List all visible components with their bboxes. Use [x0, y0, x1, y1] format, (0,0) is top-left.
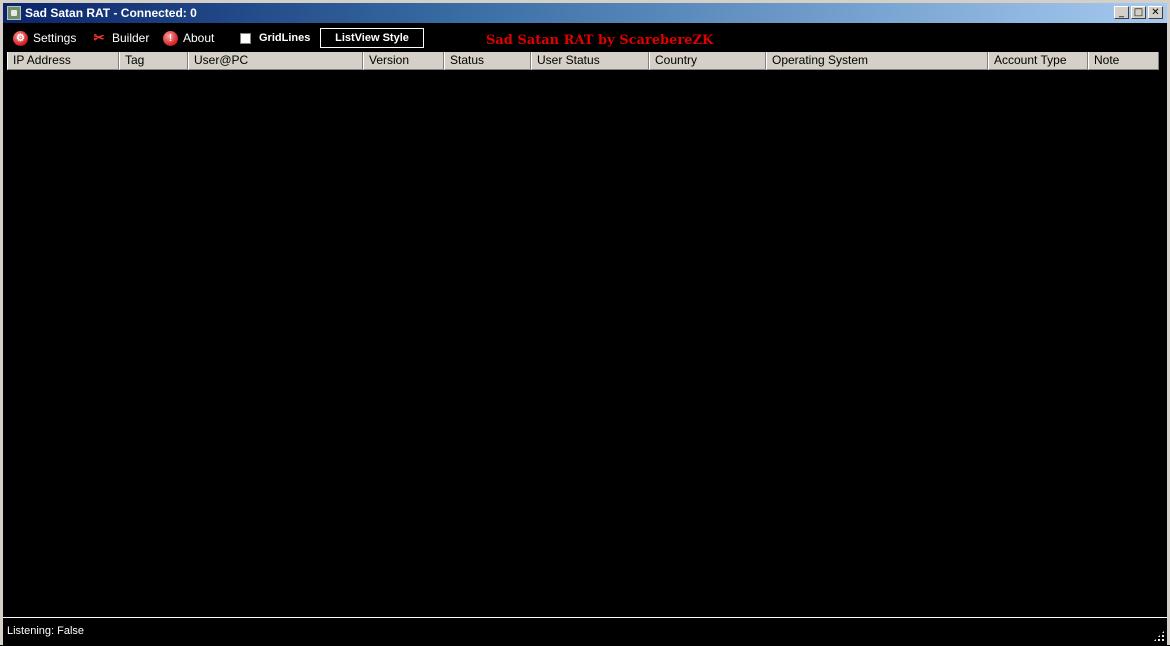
app-icon[interactable] — [7, 6, 21, 20]
column-header-ip-address[interactable]: IP Address — [7, 52, 119, 70]
toolbar: ⚙ Settings ✂ Builder ! About GridLines L… — [3, 23, 1167, 52]
window-title: Sad Satan RAT - Connected: 0 — [25, 6, 197, 20]
column-header-status[interactable]: Status — [444, 52, 531, 70]
maximize-button[interactable]: □ — [1131, 6, 1146, 19]
listview-style-button[interactable]: ListView Style — [320, 28, 424, 48]
builder-menu-item[interactable]: ✂ Builder — [91, 28, 150, 48]
column-header-user-pc[interactable]: User@PC — [188, 52, 363, 70]
settings-label: Settings — [33, 31, 77, 45]
resize-grip-icon[interactable] — [1153, 630, 1165, 642]
status-bar: Listening: False — [3, 617, 1167, 646]
gridlines-label: GridLines — [259, 32, 311, 44]
listening-status: Listening: False — [7, 625, 85, 637]
settings-gear-icon: ⚙ — [13, 30, 28, 46]
builder-wrench-icon: ✂ — [93, 30, 105, 45]
gridlines-toggle[interactable]: GridLines — [240, 28, 310, 48]
about-menu-item[interactable]: ! About — [163, 28, 214, 48]
about-label: About — [183, 31, 215, 45]
column-header-version[interactable]: Version — [363, 52, 444, 70]
close-button[interactable]: ✕ — [1148, 6, 1163, 19]
column-header-country[interactable]: Country — [649, 52, 766, 70]
main-window: Sad Satan RAT - Connected: 0 _ □ ✕ ⚙ Set… — [0, 0, 1170, 646]
brand-text: Sad Satan RAT by ScarebereZK — [486, 33, 714, 48]
builder-label: Builder — [112, 31, 150, 45]
column-header-account-type[interactable]: Account Type — [988, 52, 1088, 70]
column-header-operating-system[interactable]: Operating System — [766, 52, 988, 70]
info-icon: ! — [163, 30, 178, 46]
column-header-user-status[interactable]: User Status — [531, 52, 649, 70]
column-header-note[interactable]: Note — [1088, 52, 1159, 70]
window-controls: _ □ ✕ — [1114, 6, 1163, 19]
settings-menu-item[interactable]: ⚙ Settings — [13, 28, 76, 48]
column-header-tag[interactable]: Tag — [119, 52, 188, 70]
minimize-button[interactable]: _ — [1114, 6, 1129, 19]
clients-listview[interactable]: IP Address Tag User@PC Version Status Us… — [7, 52, 1159, 616]
gridlines-checkbox[interactable] — [240, 32, 251, 44]
title-bar[interactable]: Sad Satan RAT - Connected: 0 _ □ ✕ — [3, 3, 1167, 23]
listview-header: IP Address Tag User@PC Version Status Us… — [7, 52, 1159, 70]
